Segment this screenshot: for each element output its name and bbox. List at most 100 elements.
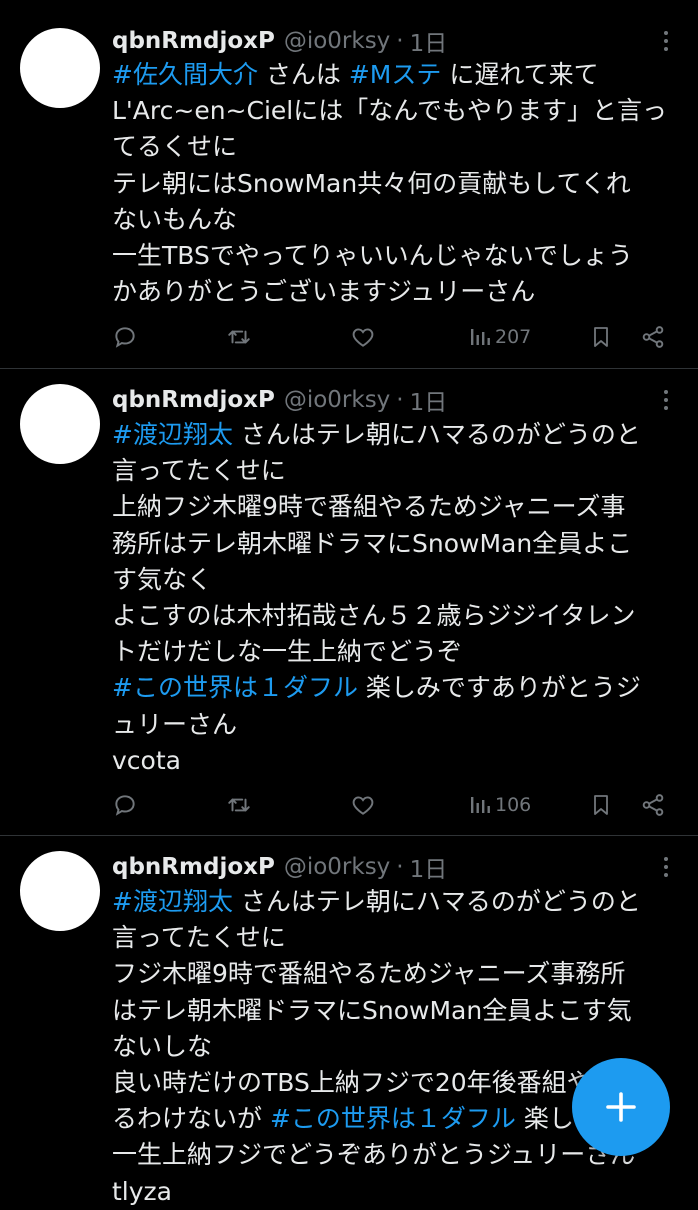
reply-button[interactable] [112,788,138,822]
tweet-text-segment: さんはテレ朝にハマるのがどうのと [232,420,641,449]
like-icon [352,796,374,815]
tweet-text-line: 務所はテレ朝木曜ドラマにSnowMan全員よこ [112,526,678,562]
separator-dot: · [396,387,404,413]
hashtag-link[interactable]: #渡辺翔太 [112,420,233,449]
tweet-text-segment: ないしな [112,1031,213,1061]
hashtag-link[interactable]: #この世界は１ダフル [270,1104,516,1133]
tweet[interactable]: qbnRmdjoxP @io0rksy · 1日 #佐久間大介 さんは #Mステ… [0,0,698,369]
tweet-text-line: L'Arc~en~Cielには「なんでもやります」と言っ [112,93,678,129]
author-handle[interactable]: @io0rksy [284,387,390,413]
tweet-text-line: す気なく [112,562,678,598]
retweet-icon [228,330,250,344]
like-button[interactable] [350,320,376,354]
tweet-text-line: はテレ朝木曜ドラマにSnowMan全員よこす気 [112,993,678,1029]
tweet[interactable]: qbnRmdjoxP @io0rksy · 1日 #渡辺翔太 さんはテレ朝にハマ… [0,369,698,836]
tweet-text-segment: に遅れて来て [441,60,599,89]
tweet-text-segment: tlyza [112,1176,172,1206]
avatar[interactable] [20,851,100,931]
retweet-button[interactable] [226,788,252,822]
tweet-text-segment: 上納フジ木曜9時で番組やるためジャニーズ事 [112,492,626,522]
author-name[interactable]: qbnRmdjoxP [112,28,275,54]
tweet-text-segment: トだけだしな一生上納でどうぞ [112,637,463,667]
retweet-icon [228,798,250,812]
more-icon[interactable] [654,383,678,417]
bookmark-icon [594,327,608,347]
tweet-text-segment: す気なく [112,564,213,594]
views-icon [471,797,490,813]
tweet-text-line: tlyza [112,1174,678,1210]
tweet-text-segment: かありがとうございますジュリーさん [112,277,536,307]
bookmark-button[interactable] [589,320,613,354]
tweet-text: #渡辺翔太 さんはテレ朝にハマるのがどうのと 言ってたくせに フジ木曜9時で番組やる… [112,884,678,1210]
tweet-text-line: テレ朝にはSnowMan共々何の貢献もしてくれ [112,166,678,202]
bookmark-icon [594,795,608,815]
more-icon[interactable] [654,24,678,58]
tweet-text-line: トだけだしな一生上納でどうぞ [112,634,678,670]
tweet-text-line: #渡辺翔太 さんはテレ朝にハマるのがどうのと [112,884,678,920]
tweet-text-segment: ュリーさん [112,709,238,739]
separator-dot: · [396,854,404,880]
tweet-text-segment: 良い時だけのTBS上納フジで20年後番組やって [112,1067,641,1097]
bookmark-button[interactable] [589,788,613,822]
views-button[interactable]: 106 [469,788,531,822]
hashtag-link[interactable]: #佐久間大介 [112,60,258,89]
tweet-text-segment: vcota [112,745,181,775]
views-icon [471,329,490,345]
tweet-text-line: てるくせに [112,129,678,165]
tweet-text-segment: さんは [257,60,349,89]
author-handle[interactable]: @io0rksy [284,854,390,880]
share-icon [642,794,664,816]
tweet-text-segment: ないもんな [112,204,238,234]
compose-plus-icon [606,1092,636,1122]
tweet-text-segment: よこすのは木村拓哉さん５２歳らジジイタレン [112,600,636,630]
reply-icon [115,795,135,816]
like-icon [352,328,374,347]
tweet-text-segment: るわけないが [112,1104,270,1134]
tweet-text: #渡辺翔太 さんはテレ朝にハマるのがどうのと 言ってたくせに 上納フジ木曜9時で番組… [112,417,678,779]
more-icon[interactable] [654,850,678,884]
timeline-feed: qbnRmdjoxP @io0rksy · 1日 #佐久間大介 さんは #Mステ… [0,0,698,1206]
tweet-text-segment: L'Arc~en~Cielには「なんでもやります」と言っ [112,96,667,126]
hashtag-link[interactable]: #この世界は１ダフル [112,673,358,702]
views-count: 106 [495,794,532,816]
author-name[interactable]: qbnRmdjoxP [112,387,275,413]
share-button[interactable] [640,320,666,354]
timestamp[interactable]: 1日 [410,850,448,884]
reply-icon [115,327,135,348]
tweet-text-line: ュリーさん [112,707,678,743]
tweet-text-line: 言ってたくせに [112,920,678,956]
tweet-text-segment: てるくせに [112,132,238,162]
tweet-text-segment: 一生上納フジでどうぞありがとうジュリーさん [112,1140,636,1170]
tweet-text-line: かありがとうございますジュリーさん [112,274,678,310]
reply-button[interactable] [112,320,138,354]
like-button[interactable] [350,788,376,822]
hashtag-link[interactable]: #渡辺翔太 [112,887,233,916]
avatar[interactable] [20,384,100,464]
tweet-text-segment: はテレ朝木曜ドラマにSnowMan全員よこす気 [112,995,632,1025]
tweet-header: qbnRmdjoxP @io0rksy · 1日 [112,383,678,417]
tweet-text-line: #佐久間大介 さんは #Mステ に遅れて来て [112,57,678,93]
tweet-actions: 106 [112,788,678,822]
tweet-text-line: ないしな [112,1029,678,1065]
tweet-text-line: vcota [112,743,678,779]
share-button[interactable] [640,788,666,822]
tweet-text-line: フジ木曜9時で番組やるためジャニーズ事務所 [112,956,678,992]
tweet-text-line: #この世界は１ダフル 楽しみですありがとうジ [112,670,678,706]
hashtag-link[interactable]: #Mステ [349,60,442,89]
compose-button[interactable] [572,1058,670,1156]
tweet-text-line: 上納フジ木曜9時で番組やるためジャニーズ事 [112,489,678,525]
tweet-text-segment: テレ朝にはSnowMan共々何の貢献もしてくれ [112,168,631,198]
views-count: 207 [495,326,532,348]
timestamp[interactable]: 1日 [410,383,448,417]
author-name[interactable]: qbnRmdjoxP [112,854,275,880]
tweet-header: qbnRmdjoxP @io0rksy · 1日 [112,24,678,58]
share-icon [642,326,664,348]
tweet-text-segment: 務所はテレ朝木曜ドラマにSnowMan全員よこ [112,528,633,558]
tweet-text-line: ないもんな [112,202,678,238]
views-button[interactable]: 207 [469,320,531,354]
tweet-text-line: よこすのは木村拓哉さん５２歳らジジイタレン [112,598,678,634]
timestamp[interactable]: 1日 [410,24,448,58]
avatar[interactable] [20,28,100,108]
retweet-button[interactable] [226,320,252,354]
author-handle[interactable]: @io0rksy [284,28,390,54]
